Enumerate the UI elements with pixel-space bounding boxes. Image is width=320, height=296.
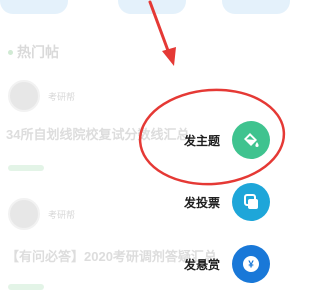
copy-squares-icon — [244, 194, 258, 209]
post-bounty-button[interactable]: ¥ — [232, 245, 270, 283]
paint-bucket-icon — [244, 133, 259, 147]
post-topic-button[interactable] — [232, 121, 270, 159]
yen-coin-icon: ¥ — [243, 256, 259, 272]
fab-label-post-vote: 发投票 — [183, 195, 220, 210]
fab-label-post-bounty: 发悬赏 — [183, 257, 220, 272]
fab-item-post-vote[interactable]: 发投票 — [160, 180, 290, 224]
fab-item-post-bounty[interactable]: 发悬赏 ¥ — [160, 242, 290, 286]
svg-text:¥: ¥ — [248, 260, 254, 271]
fab-item-post-topic[interactable]: 发主题 — [160, 118, 290, 162]
fab-label-post-topic: 发主题 — [183, 133, 220, 148]
post-vote-button[interactable] — [232, 183, 270, 221]
